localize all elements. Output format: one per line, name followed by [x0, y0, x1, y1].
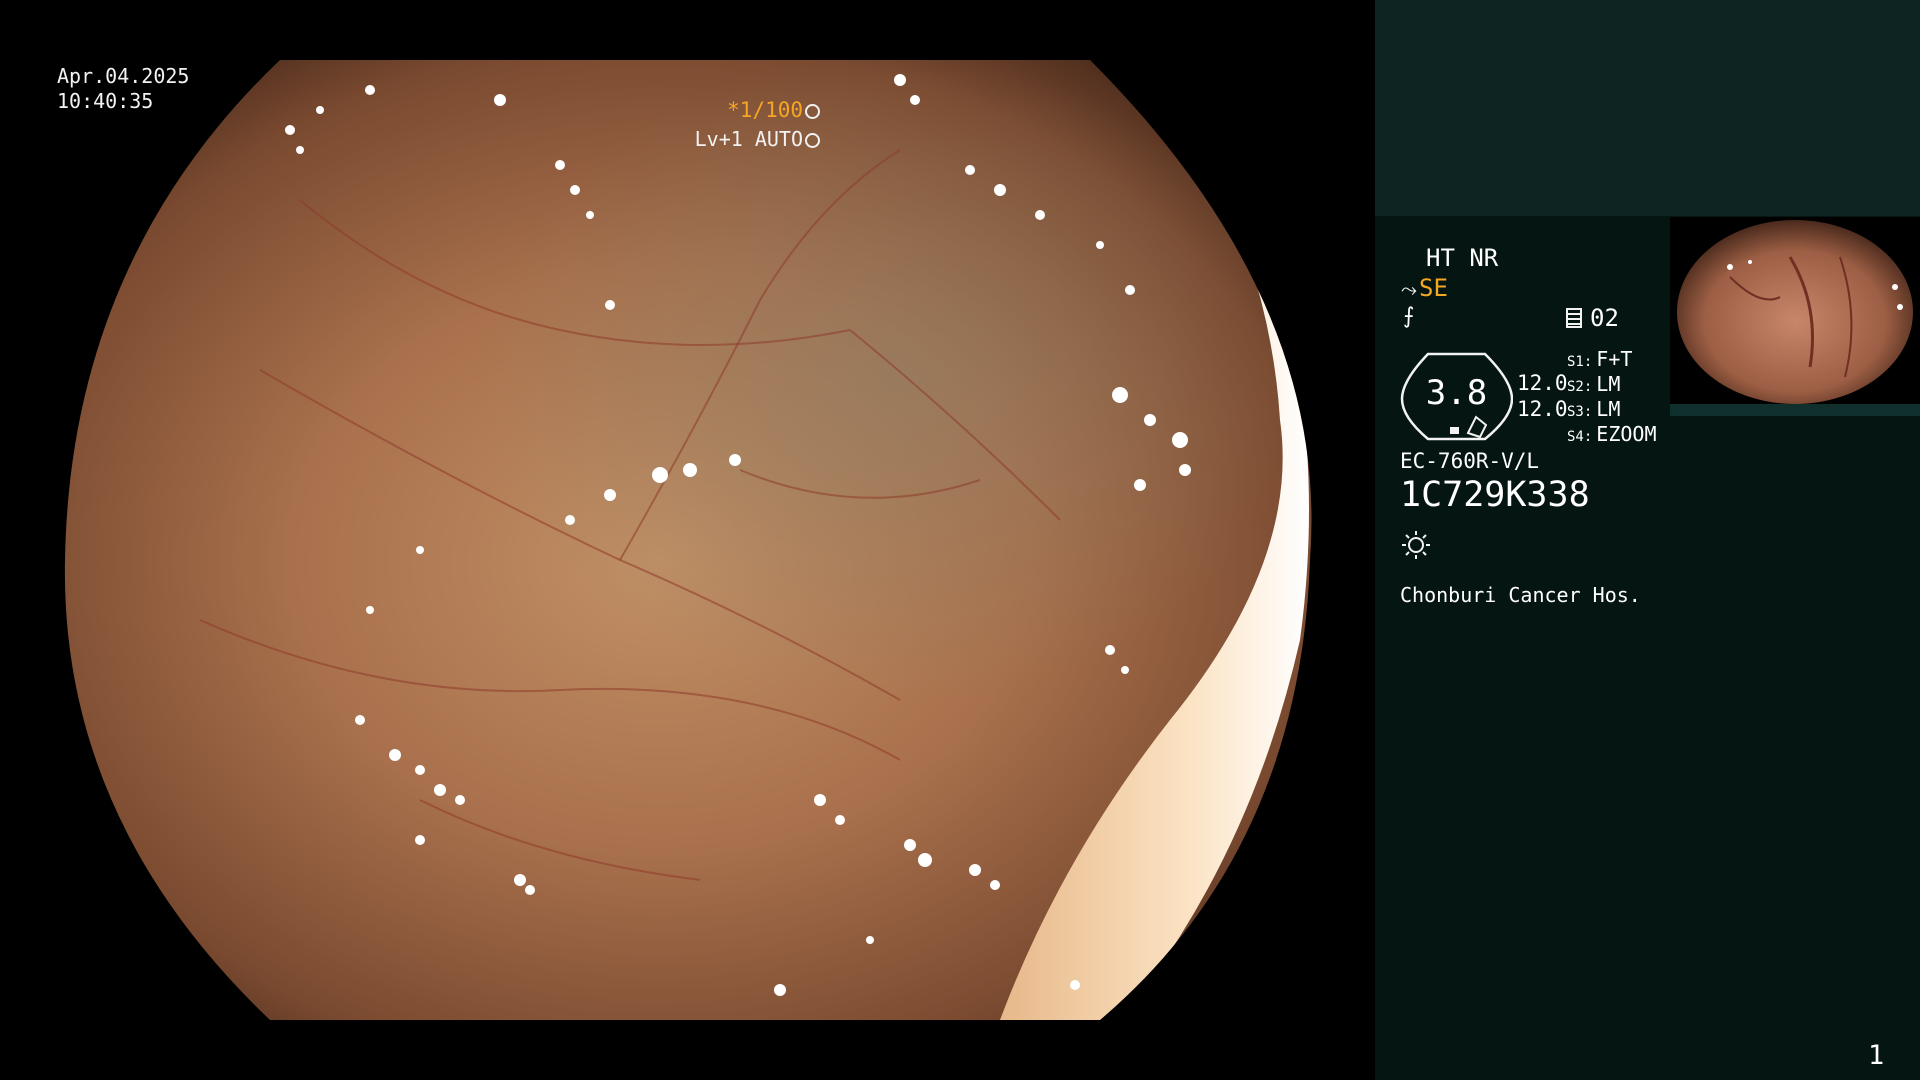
sun-icon [1402, 531, 1430, 559]
switch-s2: S2: LM [1567, 372, 1620, 396]
shutter-text: *1/100 [727, 98, 803, 122]
structure-icon: ⤳ [1401, 277, 1417, 301]
aperture-icon [805, 104, 820, 119]
scope-model: EC-760R-V/L [1400, 449, 1540, 473]
thumbnail-caption-strip [1670, 404, 1920, 416]
thumbnail-image [1677, 220, 1913, 404]
switch-value: LM [1596, 372, 1621, 396]
switch-key: S4: [1567, 429, 1593, 445]
info-panel-top [1375, 0, 1920, 216]
info-panel [1375, 0, 1920, 1080]
scope-serial: 1C729K338 [1400, 475, 1590, 515]
gauge-number-2: 12.0 [1517, 397, 1568, 421]
switch-key: S3: [1567, 404, 1593, 420]
date-text: Apr.04.2025 [57, 64, 190, 88]
enhancement-icon: ⨍ [1403, 304, 1415, 329]
structure-enhancement: ⤳SE [1401, 274, 1448, 302]
switch-key: S1: [1567, 354, 1593, 370]
gauge-number-1: 12.0 [1517, 371, 1568, 395]
switch-value: EZOOM [1596, 422, 1657, 446]
structure-mode-text: SE [1419, 274, 1448, 302]
switch-key: S2: [1567, 379, 1593, 395]
shutter-speed: *1/100 [727, 98, 820, 122]
memo-icon [1566, 308, 1582, 328]
hospital-name: Chonburi Cancer Hos. [1400, 583, 1641, 607]
switch-s1: S1: F+T [1567, 347, 1632, 371]
endoscope-image [64, 60, 1312, 1020]
switch-s4: S4: EZOOM [1567, 422, 1657, 446]
ht-nr-label: HT NR [1426, 244, 1499, 272]
preset-value: 02 [1590, 304, 1619, 332]
preset-indicator: 02 [1566, 304, 1619, 332]
switch-s3: S3: LM [1567, 397, 1620, 421]
level-text: Lv+1 AUTO [694, 127, 803, 151]
target-icon [805, 133, 820, 148]
reference-thumbnail[interactable] [1670, 217, 1920, 407]
page-number: 1 [1868, 1040, 1885, 1071]
endoscope-view: Apr.04.2025 10:40:35 *1/100 Lv+1 AUTO [0, 0, 1375, 1080]
brightness-level: Lv+1 AUTO [695, 127, 820, 151]
datetime-display: Apr.04.2025 10:40:35 [57, 64, 189, 114]
switch-value: LM [1596, 397, 1621, 421]
time-text: 10:40:35 [57, 89, 154, 113]
gauge-value: 3.8 [1425, 373, 1488, 413]
switch-value: F+T [1596, 347, 1633, 371]
